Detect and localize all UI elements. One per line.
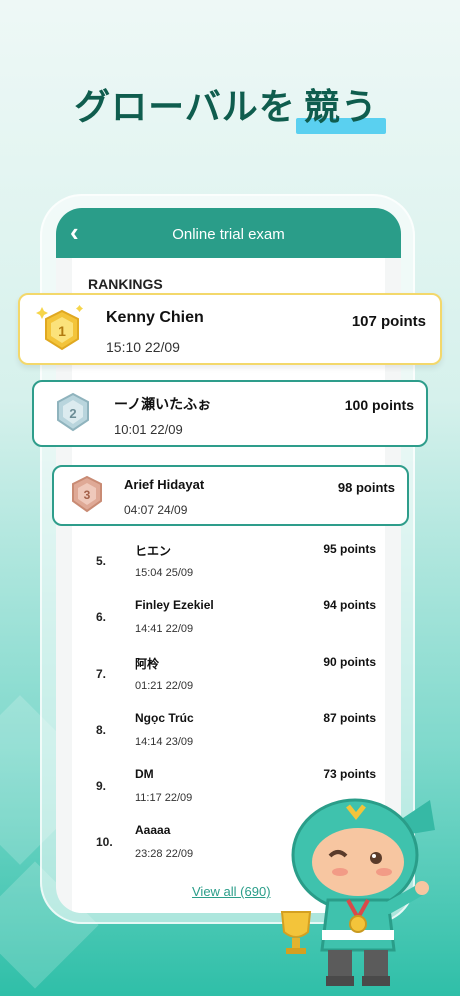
svg-text:2: 2 [69, 406, 76, 421]
points: 94 points [323, 598, 376, 612]
player-name: DM [135, 767, 154, 781]
player-name: Aaaaa [135, 823, 171, 837]
points: 98 points [337, 480, 395, 495]
headline-text: グローバルを [74, 87, 296, 128]
list-item[interactable]: 6. Finley Ezekiel 14:41 22/09 94 points [96, 598, 386, 648]
points: 87 points [323, 711, 376, 725]
rank-card-2[interactable]: 2 ーノ瀬いたふぉ 10:01 22/09 100 points [32, 380, 428, 447]
bronze-medal-icon: 3 [72, 475, 102, 513]
rankings-heading: RANKINGS [88, 276, 163, 292]
points: 107 points [351, 313, 426, 330]
gold-medal-icon: 1 [36, 305, 83, 351]
rank-number: 6. [96, 610, 107, 624]
timestamp: 04:07 24/09 [124, 503, 188, 517]
timestamp: 14:41 22/09 [135, 623, 194, 635]
player-name: Kenny Chien [106, 309, 204, 326]
svg-text:1: 1 [58, 323, 66, 339]
player-name: Finley Ezekiel [135, 598, 214, 612]
silver-medal-icon: 2 [57, 392, 89, 432]
rank-number: 9. [96, 779, 107, 793]
points: 95 points [323, 542, 376, 556]
timestamp: 01:21 22/09 [135, 680, 194, 692]
ninja-mascot-illustration [280, 798, 435, 986]
timestamp: 15:10 22/09 [106, 339, 180, 355]
points: 90 points [323, 655, 376, 669]
timestamp: 11:17 22/09 [135, 792, 193, 804]
player-name: 阿柃 [135, 657, 160, 671]
points: 73 points [323, 767, 376, 781]
player-name: ヒエン [135, 544, 172, 558]
timestamp: 10:01 22/09 [114, 422, 183, 437]
timestamp: 14:14 23/09 [135, 736, 194, 748]
rank-number: 10. [96, 835, 113, 849]
player-name: Ngọc Trúc [135, 711, 194, 725]
rank-number: 8. [96, 723, 107, 737]
list-item[interactable]: 8. Ngọc Trúc 14:14 23/09 87 points [96, 711, 386, 761]
screen-title: Online trial exam [172, 226, 285, 243]
headline: グローバルを 競う [0, 78, 460, 134]
player-name: ーノ瀬いたふぉ [114, 396, 212, 412]
app-bar: ‹ Online trial exam [56, 208, 401, 258]
rank-card-1[interactable]: 1 Kenny Chien 15:10 22/09 107 points [18, 293, 442, 365]
view-all-link[interactable]: View all (690) [192, 884, 271, 899]
svg-text:3: 3 [84, 488, 91, 502]
rank-number: 5. [96, 554, 107, 568]
timestamp: 15:04 25/09 [135, 567, 194, 579]
list-item[interactable]: 5. ヒエン 15:04 25/09 95 points [96, 542, 386, 592]
headline-highlight: 競う [295, 78, 386, 134]
points: 100 points [344, 397, 414, 413]
rank-number: 7. [96, 667, 107, 681]
rank-card-3[interactable]: 3 Arief Hidayat 04:07 24/09 98 points [52, 465, 409, 526]
list-item[interactable]: 7. 阿柃 01:21 22/09 90 points [96, 655, 386, 705]
timestamp: 23:28 22/09 [135, 848, 194, 860]
player-name: Arief Hidayat [124, 477, 205, 492]
